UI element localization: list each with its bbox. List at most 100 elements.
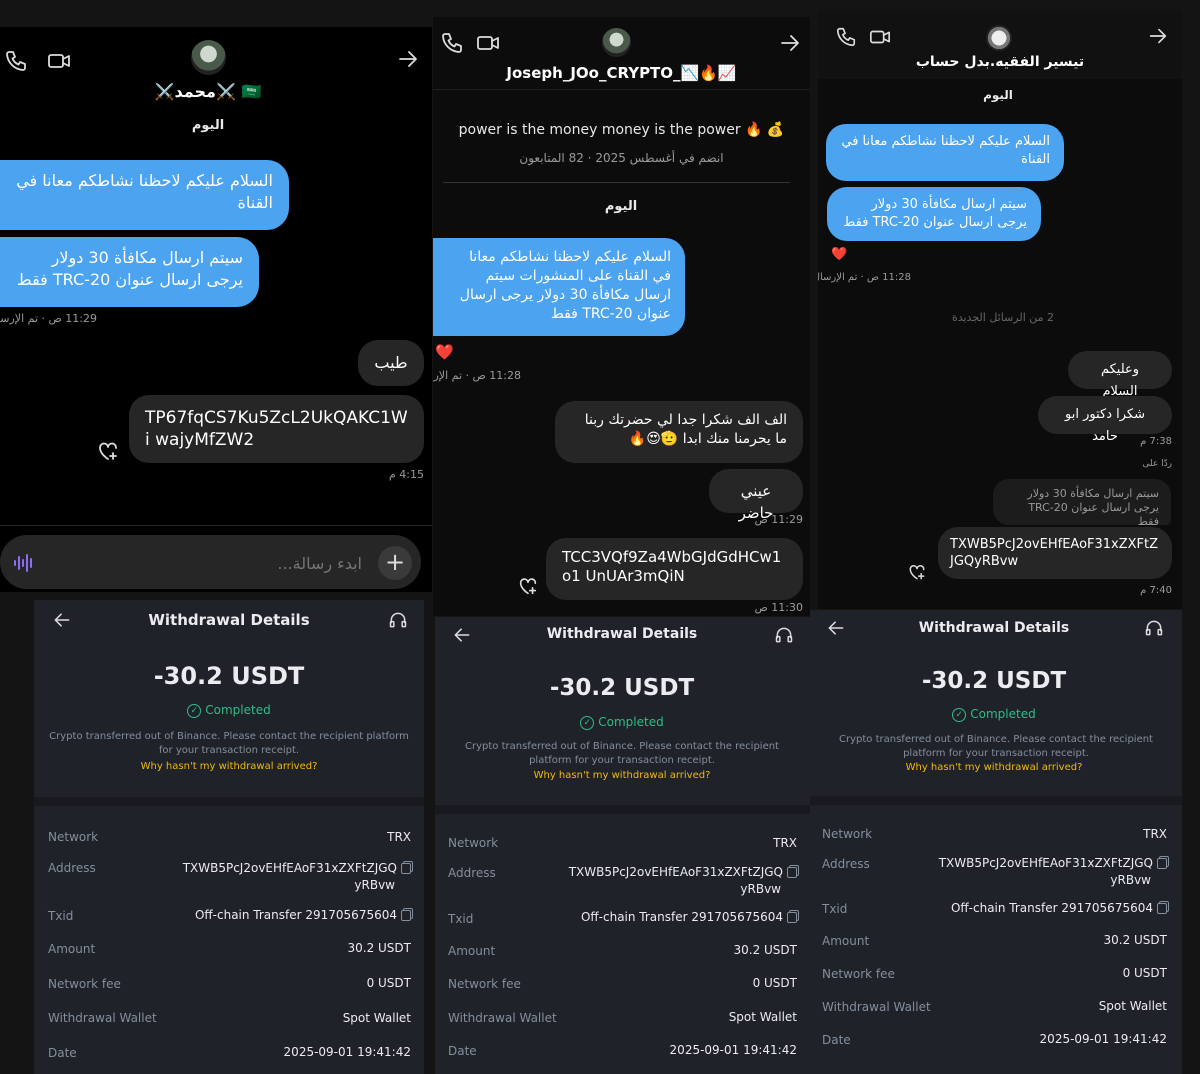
reply-bubble[interactable]: طيب (358, 340, 424, 386)
video-icon[interactable] (869, 26, 891, 48)
copy-icon[interactable] (787, 867, 797, 878)
new-messages-divider: 2 من الرسائل الجديدة (951, 311, 1055, 324)
profile-section (433, 89, 810, 90)
txid-label: Txid (448, 912, 474, 926)
plus-icon[interactable]: + (378, 546, 412, 580)
txid-value[interactable]: Off-chain Transfer 291705675604 (581, 909, 797, 926)
address-value[interactable]: TXWB5PcJ2ovEHfEAoF31xZXFtZJGQ yRBvw (557, 864, 797, 898)
avatar[interactable] (986, 25, 1012, 51)
headset-icon[interactable] (388, 610, 408, 630)
sent-status: 11:28 ص · تم الإرسال (818, 272, 911, 283)
fee-label: Network fee (448, 977, 521, 991)
profile-joined: انضم في أغسطس 2025 · 82 المتابعون (519, 151, 724, 165)
message-bubble[interactable]: السلام عليكم لاحظنا نشاطكم معانا في القن… (433, 238, 685, 336)
phone-icon[interactable] (835, 26, 857, 48)
txid-value[interactable]: Off-chain Transfer 291705675604 (195, 907, 411, 924)
reply-bubble[interactable]: وعليكم السلام (1068, 351, 1172, 399)
avatar[interactable] (602, 28, 631, 57)
reply-bubble[interactable]: الف الف شكرا جدا لي حضرتك ربنا ما يحرمنا… (555, 401, 803, 463)
contact-name: تيسير الفقيه.بدل حساب (915, 54, 1085, 70)
why-link[interactable]: Why hasn't my withdrawal arrived? (79, 761, 379, 772)
headset-icon[interactable] (774, 625, 794, 645)
date-value: 2025-09-01 19:41:42 (669, 1043, 797, 1057)
date-label: Date (822, 1033, 851, 1047)
headset-icon[interactable] (1144, 618, 1164, 638)
date-label: Date (448, 1044, 477, 1058)
copy-icon[interactable] (1157, 903, 1167, 914)
wallet-value: Spot Wallet (1098, 999, 1167, 1013)
amount-value: 30.2 USDT (347, 941, 411, 955)
arrow-right-icon[interactable] (1147, 25, 1169, 47)
sent-status: 11:28 ص · تم الإرسال (433, 369, 521, 382)
chat-panel-2: Joseph_JOo_CRYPTO_📉🔥📈 power is the money… (433, 17, 810, 616)
check-circle-icon: ✓ (952, 707, 967, 722)
phone-icon[interactable] (4, 49, 28, 73)
withdrawal-panel-2: Withdrawal Details -30.2 USDT ✓ Completed… (435, 617, 810, 1074)
amount-value: 30.2 USDT (733, 943, 797, 957)
amount-label: Amount (822, 934, 870, 948)
reply-bubble[interactable]: شكرا دكتور ابو حامد (1038, 396, 1172, 444)
sent-status: 11:29 ص · تم الإرسال (0, 312, 97, 325)
copy-icon[interactable] (787, 912, 797, 923)
voice-icon[interactable] (13, 553, 35, 573)
phone-icon[interactable] (440, 31, 464, 55)
reply-bubble[interactable]: TP67fqCS7Ku5ZcL2UkQAKC1Wi wajyMfZW2 (129, 395, 424, 463)
reply-bubble[interactable]: TXWB5PcJ2ovEHfEAoF31xZXFtZ JGQyRBvw (938, 527, 1172, 579)
back-arrow-icon[interactable] (452, 625, 472, 645)
network-value: TRX (1143, 827, 1167, 841)
copy-icon[interactable] (1157, 858, 1167, 869)
video-icon[interactable] (476, 31, 500, 55)
withdrawal-panel-1: Withdrawal Details -30.2 USDT ✓ Completed… (34, 600, 424, 1074)
status-badge: ✓ Completed (522, 715, 722, 730)
divider (443, 182, 790, 183)
status-badge: ✓ Completed (129, 703, 329, 718)
reaction-heart: ❤️ (831, 247, 848, 262)
wallet-label: Withdrawal Wallet (448, 1011, 557, 1025)
heart-plus-icon[interactable] (517, 575, 539, 597)
back-arrow-icon[interactable] (52, 610, 72, 630)
amount-label: Amount (48, 942, 96, 956)
why-link[interactable]: Why hasn't my withdrawal arrived? (844, 762, 1144, 773)
address-value[interactable]: TXWB5PcJ2ovEHfEAoF31xZXFtZJGQ yRBvw (927, 855, 1167, 889)
network-value: TRX (773, 836, 797, 850)
message-input[interactable] (210, 547, 364, 579)
reply-bubble[interactable]: عيني حاضر (709, 469, 803, 522)
message-bubble[interactable]: السلام عليكم لاحظنا نشاطكم معانا في القن… (826, 124, 1064, 181)
arrow-right-icon[interactable] (396, 47, 420, 71)
message-time: 7:38 م (1140, 436, 1172, 447)
withdrawal-amount: -30.2 USDT (549, 675, 695, 701)
day-label: اليوم (604, 199, 638, 214)
copy-icon[interactable] (401, 910, 411, 921)
arrow-right-icon[interactable] (778, 31, 802, 55)
video-icon[interactable] (47, 49, 71, 73)
date-value: 2025-09-01 19:41:42 (283, 1045, 411, 1059)
reply-bubble[interactable]: TCC3VQf9Za4WbGJdGdHCw1o1 UnUAr3mQiN (546, 538, 803, 600)
network-value: TRX (387, 830, 411, 844)
avatar[interactable] (191, 40, 226, 75)
back-arrow-icon[interactable] (826, 618, 846, 638)
page-title: Withdrawal Details (918, 620, 1070, 636)
txid-value[interactable]: Off-chain Transfer 291705675604 (951, 900, 1167, 917)
page-title: Withdrawal Details (148, 611, 310, 629)
check-circle-icon: ✓ (580, 715, 595, 730)
message-time: 11:29 ص (754, 513, 804, 526)
message-bubble[interactable]: السلام عليكم لاحظنا نشاطكم معانا في القن… (0, 160, 289, 230)
txid-label: Txid (48, 909, 74, 923)
quoted-message[interactable]: سيتم ارسال مكافأة 30 دولار يرجى ارسال عن… (993, 479, 1171, 528)
message-bubble[interactable]: سيتم ارسال مكافأة 30 دولار يرجى ارسال عن… (0, 237, 259, 307)
heart-plus-icon[interactable] (96, 439, 120, 463)
wallet-value: Spot Wallet (342, 1011, 411, 1025)
date-label: Date (48, 1046, 77, 1060)
date-value: 2025-09-01 19:41:42 (1039, 1032, 1167, 1046)
amount-value: 30.2 USDT (1103, 933, 1167, 947)
divider (34, 797, 424, 806)
heart-plus-icon[interactable] (907, 562, 927, 582)
divider (435, 805, 810, 814)
why-link[interactable]: Why hasn't my withdrawal arrived? (472, 770, 772, 781)
message-time: 11:30 ص (754, 601, 804, 614)
address-value[interactable]: TXWB5PcJ2ovEHfEAoF31xZXFtZJGQ yRBvw (161, 860, 411, 894)
status-badge: ✓ Completed (894, 707, 1094, 722)
copy-icon[interactable] (401, 863, 411, 874)
message-bubble[interactable]: سيتم ارسال مكافأة 30 دولار يرجى ارسال عن… (827, 187, 1041, 241)
profile-bio: power is the money money is the power 🔥 … (458, 122, 785, 138)
